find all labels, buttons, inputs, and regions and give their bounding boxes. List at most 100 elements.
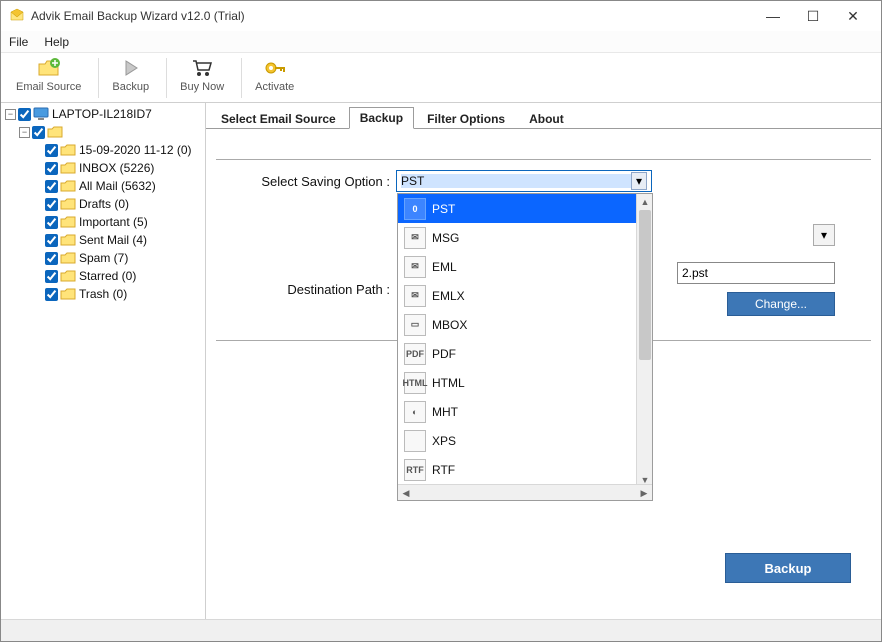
tree-item-check[interactable]	[45, 288, 58, 301]
dropdown-option-mbox[interactable]: ▭MBOX	[398, 310, 652, 339]
tree-item-check[interactable]	[45, 180, 58, 193]
scroll-right-icon[interactable]: ▶	[636, 485, 652, 501]
toolbar-email-source[interactable]: Email Source	[7, 52, 90, 98]
saving-option-value: PST	[401, 174, 631, 188]
maximize-button[interactable]: ☐	[793, 2, 833, 30]
tab-select-source[interactable]: Select Email Source	[210, 108, 347, 129]
dropdown-option-pdf[interactable]: PDFPDF	[398, 339, 652, 368]
tree-item-label: Spam (7)	[79, 249, 128, 267]
dropdown-option-html[interactable]: HTMLHTML	[398, 368, 652, 397]
folder-icon	[60, 160, 76, 176]
tree-item-label: All Mail (5632)	[79, 177, 156, 195]
tree-item-check[interactable]	[45, 252, 58, 265]
menubar: File Help	[1, 31, 881, 53]
saving-option-dropdown: 0PST✉MSG✉EML✉EMLX▭MBOXPDFPDFHTMLHTML◐MHT…	[397, 193, 653, 501]
tree-folder-row[interactable]: All Mail (5632)	[5, 177, 205, 195]
tab-about[interactable]: About	[518, 108, 575, 129]
format-icon: ✉	[404, 285, 426, 307]
scroll-left-icon[interactable]: ◀	[398, 485, 414, 501]
destination-path-input[interactable]: 2.pst	[677, 262, 835, 284]
format-icon	[404, 430, 426, 452]
computer-icon	[33, 106, 49, 122]
format-icon: HTML	[404, 372, 426, 394]
tree-folder-row[interactable]: Drafts (0)	[5, 195, 205, 213]
toolbar-backup[interactable]: Backup	[103, 52, 158, 98]
tree-root-row[interactable]: − LAPTOP-IL218ID7	[5, 105, 205, 123]
folder-tree: − LAPTOP-IL218ID7 − 15-09-2020 11-12 (0)…	[1, 103, 206, 619]
main-panel: Select Email Source Backup Filter Option…	[206, 103, 881, 619]
tree-item-label: 15-09-2020 11-12 (0)	[79, 141, 192, 159]
dropdown-option-emlx[interactable]: ✉EMLX	[398, 281, 652, 310]
minimize-button[interactable]: —	[753, 2, 793, 30]
dropdown-option-mht[interactable]: ◐MHT	[398, 397, 652, 426]
tree-root-check[interactable]	[18, 108, 31, 121]
toolbar-separator	[241, 58, 242, 98]
tree-item-check[interactable]	[45, 198, 58, 211]
toolbar-activate[interactable]: Activate	[246, 52, 303, 98]
menu-file[interactable]: File	[9, 35, 28, 49]
divider	[216, 159, 871, 160]
tree-item-label: Important (5)	[79, 213, 148, 231]
saving-option-combo[interactable]: PST ▾ 0PST✉MSG✉EML✉EMLX▭MBOXPDFPDFHTMLHT…	[396, 170, 652, 192]
tree-subroot-check[interactable]	[32, 126, 45, 139]
backup-button[interactable]: Backup	[725, 553, 851, 583]
format-icon: ▭	[404, 314, 426, 336]
titlebar: Advik Email Backup Wizard v12.0 (Trial) …	[1, 1, 881, 31]
close-button[interactable]: ✕	[833, 2, 873, 30]
dropdown-option-xps[interactable]: XPS	[398, 426, 652, 455]
tree-folder-row[interactable]: INBOX (5226)	[5, 159, 205, 177]
change-button[interactable]: Change...	[727, 292, 835, 316]
dropdown-option-label: XPS	[432, 434, 456, 448]
tree-item-check[interactable]	[45, 162, 58, 175]
tree-item-check[interactable]	[45, 144, 58, 157]
scroll-down-icon[interactable]: ▼	[637, 472, 652, 484]
tab-backup[interactable]: Backup	[349, 107, 414, 129]
format-icon: ✉	[404, 227, 426, 249]
destination-label: Destination Path :	[216, 282, 396, 297]
tree-root-label: LAPTOP-IL218ID7	[52, 105, 152, 123]
app-icon	[9, 8, 25, 24]
toolbar-separator	[166, 58, 167, 98]
toolbar-buy-now[interactable]: Buy Now	[171, 52, 233, 98]
dropdown-hscroll[interactable]: ◀ ▶	[398, 484, 652, 500]
tree-item-check[interactable]	[45, 270, 58, 283]
window-title: Advik Email Backup Wizard v12.0 (Trial)	[31, 9, 753, 23]
dropdown-option-eml[interactable]: ✉EML	[398, 252, 652, 281]
toolbar-email-source-label: Email Source	[16, 81, 81, 93]
dropdown-option-msg[interactable]: ✉MSG	[398, 223, 652, 252]
menu-help[interactable]: Help	[44, 35, 69, 49]
tree-item-label: Sent Mail (4)	[79, 231, 147, 249]
saving-option-label: Select Saving Option :	[216, 174, 396, 189]
format-icon: 0	[404, 198, 426, 220]
tree-folder-row[interactable]: 15-09-2020 11-12 (0)	[5, 141, 205, 159]
tree-item-label: Trash (0)	[79, 285, 127, 303]
toolbar-backup-label: Backup	[112, 81, 149, 93]
tree-folder-row[interactable]: Starred (0)	[5, 267, 205, 285]
tree-item-label: Starred (0)	[79, 267, 136, 285]
format-icon: ◐	[404, 401, 426, 423]
tree-folder-row[interactable]: Sent Mail (4)	[5, 231, 205, 249]
tree-collapse-icon[interactable]: −	[19, 127, 30, 138]
cart-icon	[191, 57, 213, 79]
tree-folder-row[interactable]: Trash (0)	[5, 285, 205, 303]
tree-folder-row[interactable]: Spam (7)	[5, 249, 205, 267]
scroll-thumb[interactable]	[639, 210, 651, 360]
dropdown-option-pst[interactable]: 0PST	[398, 194, 652, 223]
chevron-down-icon[interactable]: ▾	[813, 224, 835, 246]
tree-folder-row[interactable]: Important (5)	[5, 213, 205, 231]
tree-item-check[interactable]	[45, 234, 58, 247]
tree-collapse-icon[interactable]: −	[5, 109, 16, 120]
folder-icon	[47, 124, 63, 140]
dropdown-option-label: PDF	[432, 347, 456, 361]
window-controls: — ☐ ✕	[753, 2, 873, 30]
tab-filter-options[interactable]: Filter Options	[416, 108, 516, 129]
tree-item-check[interactable]	[45, 216, 58, 229]
folder-icon	[60, 250, 76, 266]
chevron-down-icon[interactable]: ▾	[631, 172, 647, 190]
tree-subroot-row[interactable]: −	[5, 123, 205, 141]
scroll-up-icon[interactable]: ▲	[637, 194, 652, 210]
folder-icon	[60, 286, 76, 302]
dropdown-option-rtf[interactable]: RTFRTF	[398, 455, 652, 484]
saving-option-row: Select Saving Option : PST ▾ 0PST✉MSG✉EM…	[216, 170, 871, 192]
dropdown-vscroll[interactable]: ▲ ▼	[636, 194, 652, 484]
